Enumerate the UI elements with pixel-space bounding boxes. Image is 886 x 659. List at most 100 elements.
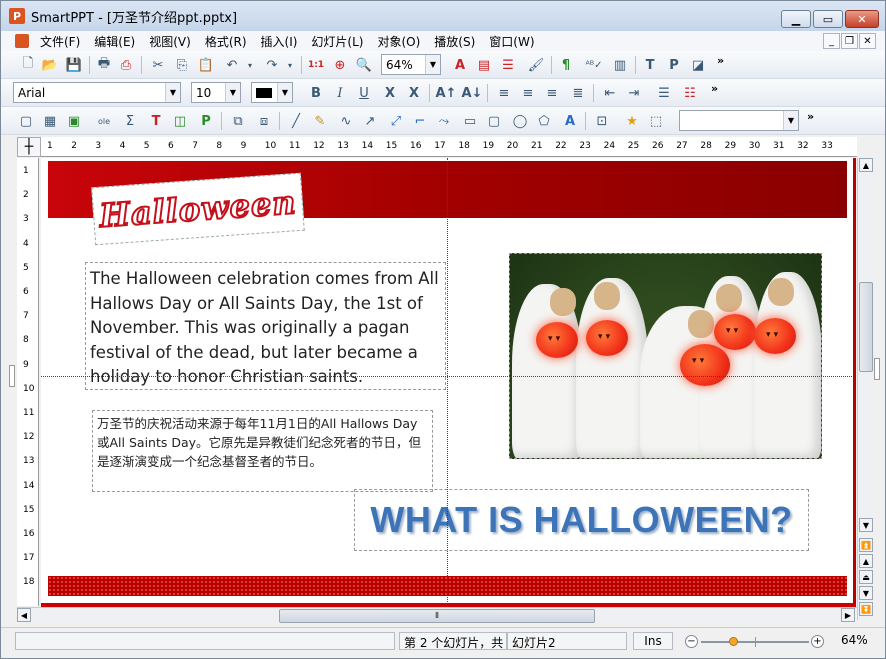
slide-list-icon[interactable]: ⏏: [859, 570, 873, 584]
text-style-icon[interactable]: A: [451, 56, 469, 74]
text-frame-icon[interactable]: T: [641, 56, 659, 74]
zoom-slider[interactable]: − +: [685, 634, 825, 650]
page-object-icon[interactable]: P: [197, 112, 215, 130]
increase-indent-icon[interactable]: ⇥: [625, 84, 643, 102]
underline-button[interactable]: U: [355, 84, 373, 102]
ghost-dogs-photo[interactable]: ▾ ▾ ▾ ▾ ▾ ▾ ▾ ▾ ▾ ▾: [509, 253, 822, 459]
group-icon[interactable]: ⧉: [229, 112, 247, 130]
bullet-list-icon[interactable]: ☰: [655, 84, 673, 102]
panel-toggle-handle[interactable]: [874, 358, 880, 380]
rectangle-tool-icon[interactable]: ▭: [461, 112, 479, 130]
ellipse-tool-icon[interactable]: ◯: [511, 112, 529, 130]
menu-view[interactable]: 视图(V): [142, 33, 198, 50]
vertical-scrollbar[interactable]: ▲ ▼ ⏫ ▲ ⏏ ▼ ⏬: [857, 158, 873, 620]
style-combo[interactable]: ▼: [679, 110, 799, 131]
scroll-right-icon[interactable]: ▶: [841, 608, 855, 622]
horizontal-ruler[interactable]: 1 2 3 4 5 6 7 8 9 10 11 12 13 14 15 16 17 18 19 20 21 22 23 24 2…: [41, 137, 857, 157]
magnifier-icon[interactable]: 🔍: [355, 56, 373, 74]
animation-icon[interactable]: ⬚: [647, 112, 665, 130]
list-view-icon[interactable]: ☰: [499, 56, 517, 74]
rounded-rectangle-icon[interactable]: ▢: [485, 112, 503, 130]
status-insert-mode[interactable]: Ins: [633, 632, 673, 650]
zoom-track[interactable]: [701, 637, 809, 647]
english-text-box[interactable]: The Halloween celebration comes from All…: [85, 262, 446, 390]
font-name-combo[interactable]: Arial ▼: [13, 82, 181, 103]
cut-icon[interactable]: ✂: [149, 56, 167, 74]
mdi-close-button[interactable]: ✕: [859, 33, 876, 49]
numbered-list-icon[interactable]: ☷: [681, 84, 699, 102]
horizontal-scroll-thumb[interactable]: ⦀: [279, 609, 595, 623]
clear-format-button[interactable]: X: [405, 84, 423, 102]
undo-icon[interactable]: ↶: [223, 56, 241, 74]
chevron-down-icon[interactable]: ▼: [783, 111, 798, 130]
scroll-up-icon[interactable]: ▲: [859, 158, 873, 172]
scroll-down-icon[interactable]: ▼: [859, 518, 873, 532]
zoom-in-icon[interactable]: +: [811, 635, 824, 648]
menu-insert[interactable]: 插入(I): [254, 33, 305, 50]
next-slide-icon[interactable]: ▼: [859, 586, 873, 600]
spellcheck-icon[interactable]: ᴬᴮ✓: [585, 56, 603, 74]
panel-toggle-handle[interactable]: [9, 365, 15, 387]
chevron-down-icon[interactable]: ▼: [277, 83, 292, 102]
ruler-corner[interactable]: ┼: [17, 137, 41, 157]
open-folder-icon[interactable]: 📂: [41, 56, 59, 74]
shapes-tool-icon[interactable]: ⬠: [535, 112, 553, 130]
chevron-down-icon[interactable]: ▼: [225, 83, 240, 102]
align-right-icon[interactable]: ≡: [543, 84, 561, 102]
headline-box[interactable]: WHAT IS HALLOWEEN?: [354, 489, 809, 551]
decrease-indent-icon[interactable]: ⇤: [601, 84, 619, 102]
last-slide-icon[interactable]: ⏬: [859, 602, 873, 616]
shrink-font-icon[interactable]: A↓: [462, 84, 483, 102]
table-tool-icon[interactable]: ▦: [41, 112, 59, 130]
align-center-icon[interactable]: ≡: [519, 84, 537, 102]
slide-canvas[interactable]: Halloween The Halloween celebration come…: [41, 158, 856, 607]
document-view-icon[interactable]: ▤: [475, 56, 493, 74]
menu-file[interactable]: 文件(F): [33, 33, 87, 50]
crop-icon[interactable]: ⊡: [593, 112, 611, 130]
menu-slide[interactable]: 幻灯片(L): [304, 33, 370, 50]
pdf-export-icon[interactable]: ⎙: [117, 56, 135, 74]
text-box-icon[interactable]: T: [147, 112, 165, 130]
zoom-fit-icon[interactable]: ⊕: [331, 56, 349, 74]
new-file-icon[interactable]: 🗋: [19, 56, 37, 74]
chevron-down-icon[interactable]: ▼: [425, 55, 440, 74]
toolbar-overflow-icon[interactable]: »: [807, 110, 814, 123]
arrow-tool-icon[interactable]: ↗: [361, 112, 379, 130]
font-size-combo[interactable]: 10 ▼: [191, 82, 241, 103]
menu-window[interactable]: 窗口(W): [482, 33, 541, 50]
print-icon[interactable]: 🖶: [95, 56, 113, 74]
scroll-left-icon[interactable]: ◀: [17, 608, 31, 622]
save-icon[interactable]: 💾: [65, 56, 83, 74]
first-slide-icon[interactable]: ⏫: [859, 538, 873, 552]
align-left-icon[interactable]: ≡: [495, 84, 513, 102]
picture-frame-icon[interactable]: P: [665, 56, 683, 74]
chart-icon[interactable]: ▥: [611, 56, 629, 74]
picture-tool-icon[interactable]: ▣: [65, 112, 83, 130]
format-brush-icon[interactable]: 🖌: [527, 56, 545, 74]
vertical-ruler[interactable]: 1 2 3 4 5 6 7 8 9 10 11 12 13 14 15 16 17 18: [17, 158, 39, 606]
italic-button[interactable]: I: [331, 84, 349, 102]
actual-size-icon[interactable]: 1:1: [307, 56, 325, 74]
redo-dropdown-icon[interactable]: ▾: [281, 56, 299, 74]
vertical-scroll-thumb[interactable]: [859, 282, 873, 372]
menu-play[interactable]: 播放(S): [427, 33, 482, 50]
strikethrough-button[interactable]: X: [381, 84, 399, 102]
close-button[interactable]: ✕: [845, 10, 879, 28]
minimize-button[interactable]: ▁: [781, 10, 811, 28]
mdi-restore-button[interactable]: ❐: [841, 33, 858, 49]
previous-slide-icon[interactable]: ▲: [859, 554, 873, 568]
vertical-guide-line[interactable]: [447, 158, 448, 606]
horizontal-guide-line[interactable]: [41, 376, 856, 377]
object-frame-icon[interactable]: ◪: [689, 56, 707, 74]
toolbar-overflow-icon[interactable]: »: [717, 54, 724, 67]
chinese-text-box[interactable]: 万圣节的庆祝活动来源于每年11月1日的All Hallows Day 或All …: [92, 410, 433, 492]
curved-connector-icon[interactable]: ⤳: [435, 112, 453, 130]
mdi-minimize-button[interactable]: _: [823, 33, 840, 49]
menu-format[interactable]: 格式(R): [198, 33, 254, 50]
connector-tool-icon[interactable]: ⤢: [387, 112, 405, 130]
wordart-icon[interactable]: A: [561, 112, 579, 130]
horizontal-scrollbar[interactable]: ◀ ⦀ ▶: [17, 607, 857, 623]
paragraph-marks-icon[interactable]: ¶: [557, 56, 575, 74]
paste-icon[interactable]: 📋: [197, 56, 215, 74]
ole-object-icon[interactable]: ole: [95, 112, 113, 130]
